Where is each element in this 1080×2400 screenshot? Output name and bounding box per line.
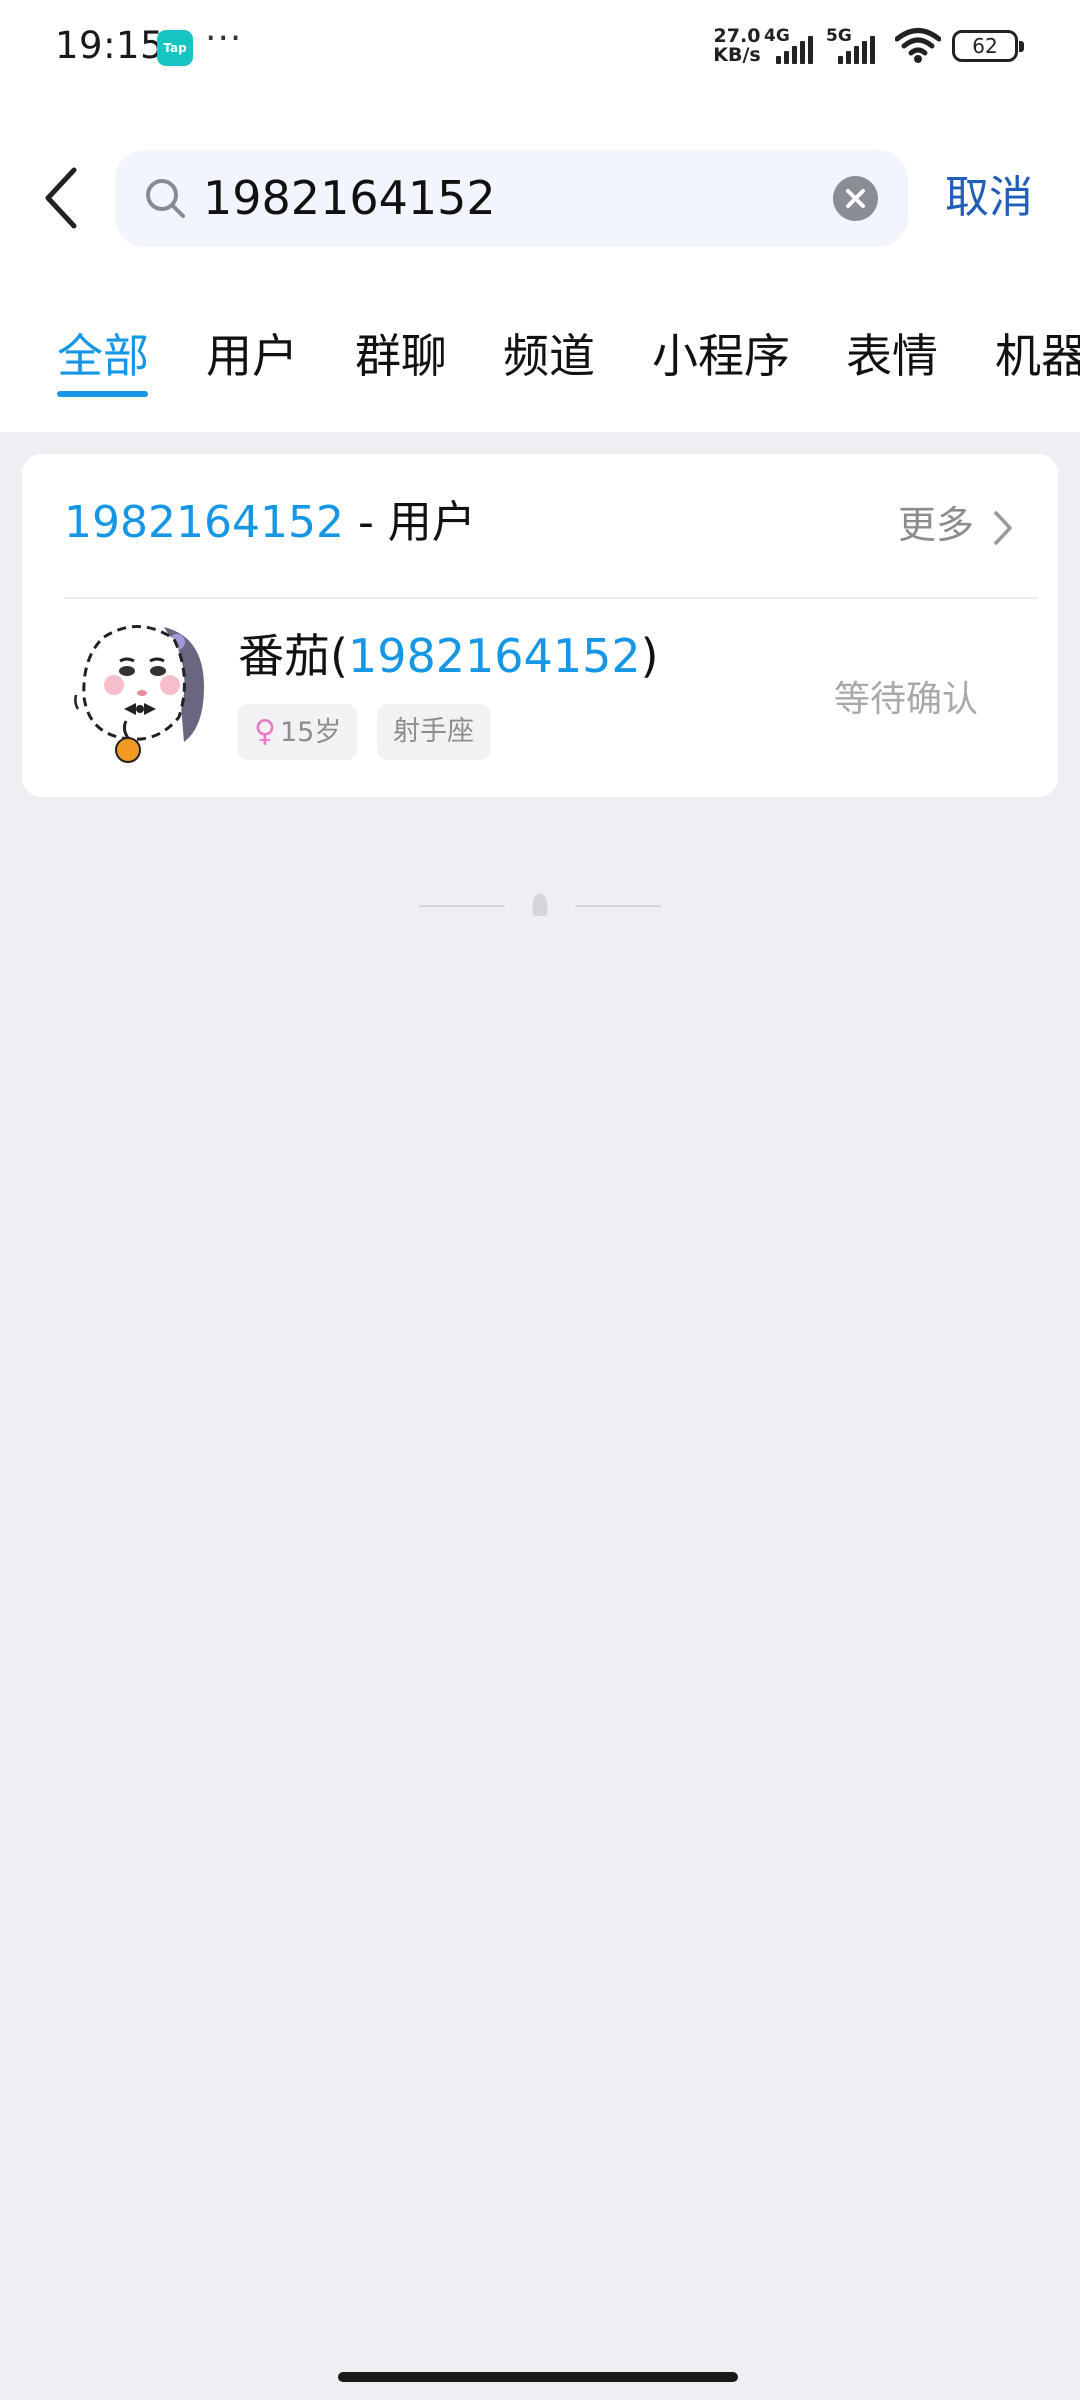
back-button[interactable] bbox=[36, 160, 86, 236]
search-results-page: 19:15 Tap ··· 27.0 KB/s 4G 5G 62 1982164… bbox=[0, 0, 1080, 2400]
zodiac-tag: 射手座 bbox=[377, 704, 490, 760]
search-icon bbox=[146, 179, 185, 218]
category-tabs: 全部 用户 群聊 频道 小程序 表情 机器 bbox=[0, 320, 1080, 410]
more-notifications-icon: ··· bbox=[205, 18, 243, 59]
divider bbox=[64, 597, 1038, 599]
female-icon: ♀ bbox=[254, 714, 276, 749]
clear-search-button[interactable] bbox=[833, 176, 878, 221]
search-input[interactable]: 1982164152 bbox=[115, 150, 908, 247]
age-label: 15岁 bbox=[279, 717, 342, 748]
tab-group-chats[interactable]: 群聊 bbox=[355, 326, 447, 386]
tab-bots[interactable]: 机器 bbox=[995, 326, 1080, 386]
user-name[interactable]: 番茄(1982164152) bbox=[238, 626, 659, 686]
age-gender-tag: ♀ 15岁 bbox=[238, 704, 358, 760]
chevron-right-icon bbox=[994, 510, 1012, 545]
cancel-button[interactable]: 取消 bbox=[945, 168, 1033, 228]
end-divider-left bbox=[419, 905, 505, 907]
network-speed: 27.0 KB/s bbox=[712, 27, 762, 65]
tab-stickers[interactable]: 表情 bbox=[846, 326, 938, 386]
battery-icon: 62 bbox=[952, 30, 1024, 62]
network-speed-unit: KB/s bbox=[713, 44, 761, 66]
search-query-text: 1982164152 bbox=[203, 171, 496, 225]
home-indicator[interactable] bbox=[338, 2372, 738, 2382]
signal-5g-icon: 5G bbox=[826, 26, 884, 64]
status-bar: 19:15 Tap ··· 27.0 KB/s 4G 5G 62 bbox=[0, 0, 1080, 96]
section-title-query: 1982164152 bbox=[64, 497, 344, 548]
pending-confirmation-status: 等待确认 bbox=[834, 679, 979, 720]
user-name-suffix: ) bbox=[640, 629, 659, 683]
tap-app-icon: Tap bbox=[157, 30, 193, 66]
user-results-card: 1982164152 - 用户 更多 番茄(1982164152) ♀ 15岁 … bbox=[22, 454, 1058, 797]
end-divider-right bbox=[575, 905, 661, 907]
penguin-icon bbox=[532, 893, 548, 916]
signal-4g-icon: 4G bbox=[764, 26, 822, 64]
avatar[interactable] bbox=[64, 617, 230, 767]
section-title-suffix: - 用户 bbox=[343, 497, 476, 548]
tab-channels[interactable]: 频道 bbox=[503, 326, 595, 386]
more-button[interactable]: 更多 bbox=[898, 496, 1014, 554]
active-tab-indicator bbox=[57, 391, 148, 397]
user-name-prefix: 番茄( bbox=[238, 629, 348, 683]
status-time: 19:15 bbox=[55, 24, 165, 67]
section-title: 1982164152 - 用户 bbox=[64, 494, 476, 552]
tab-all[interactable]: 全部 bbox=[57, 326, 149, 386]
tab-mini-programs[interactable]: 小程序 bbox=[652, 326, 790, 386]
user-id-highlight: 1982164152 bbox=[347, 629, 641, 683]
tab-users[interactable]: 用户 bbox=[206, 326, 298, 386]
wifi-icon bbox=[895, 28, 941, 63]
more-label: 更多 bbox=[898, 503, 975, 547]
